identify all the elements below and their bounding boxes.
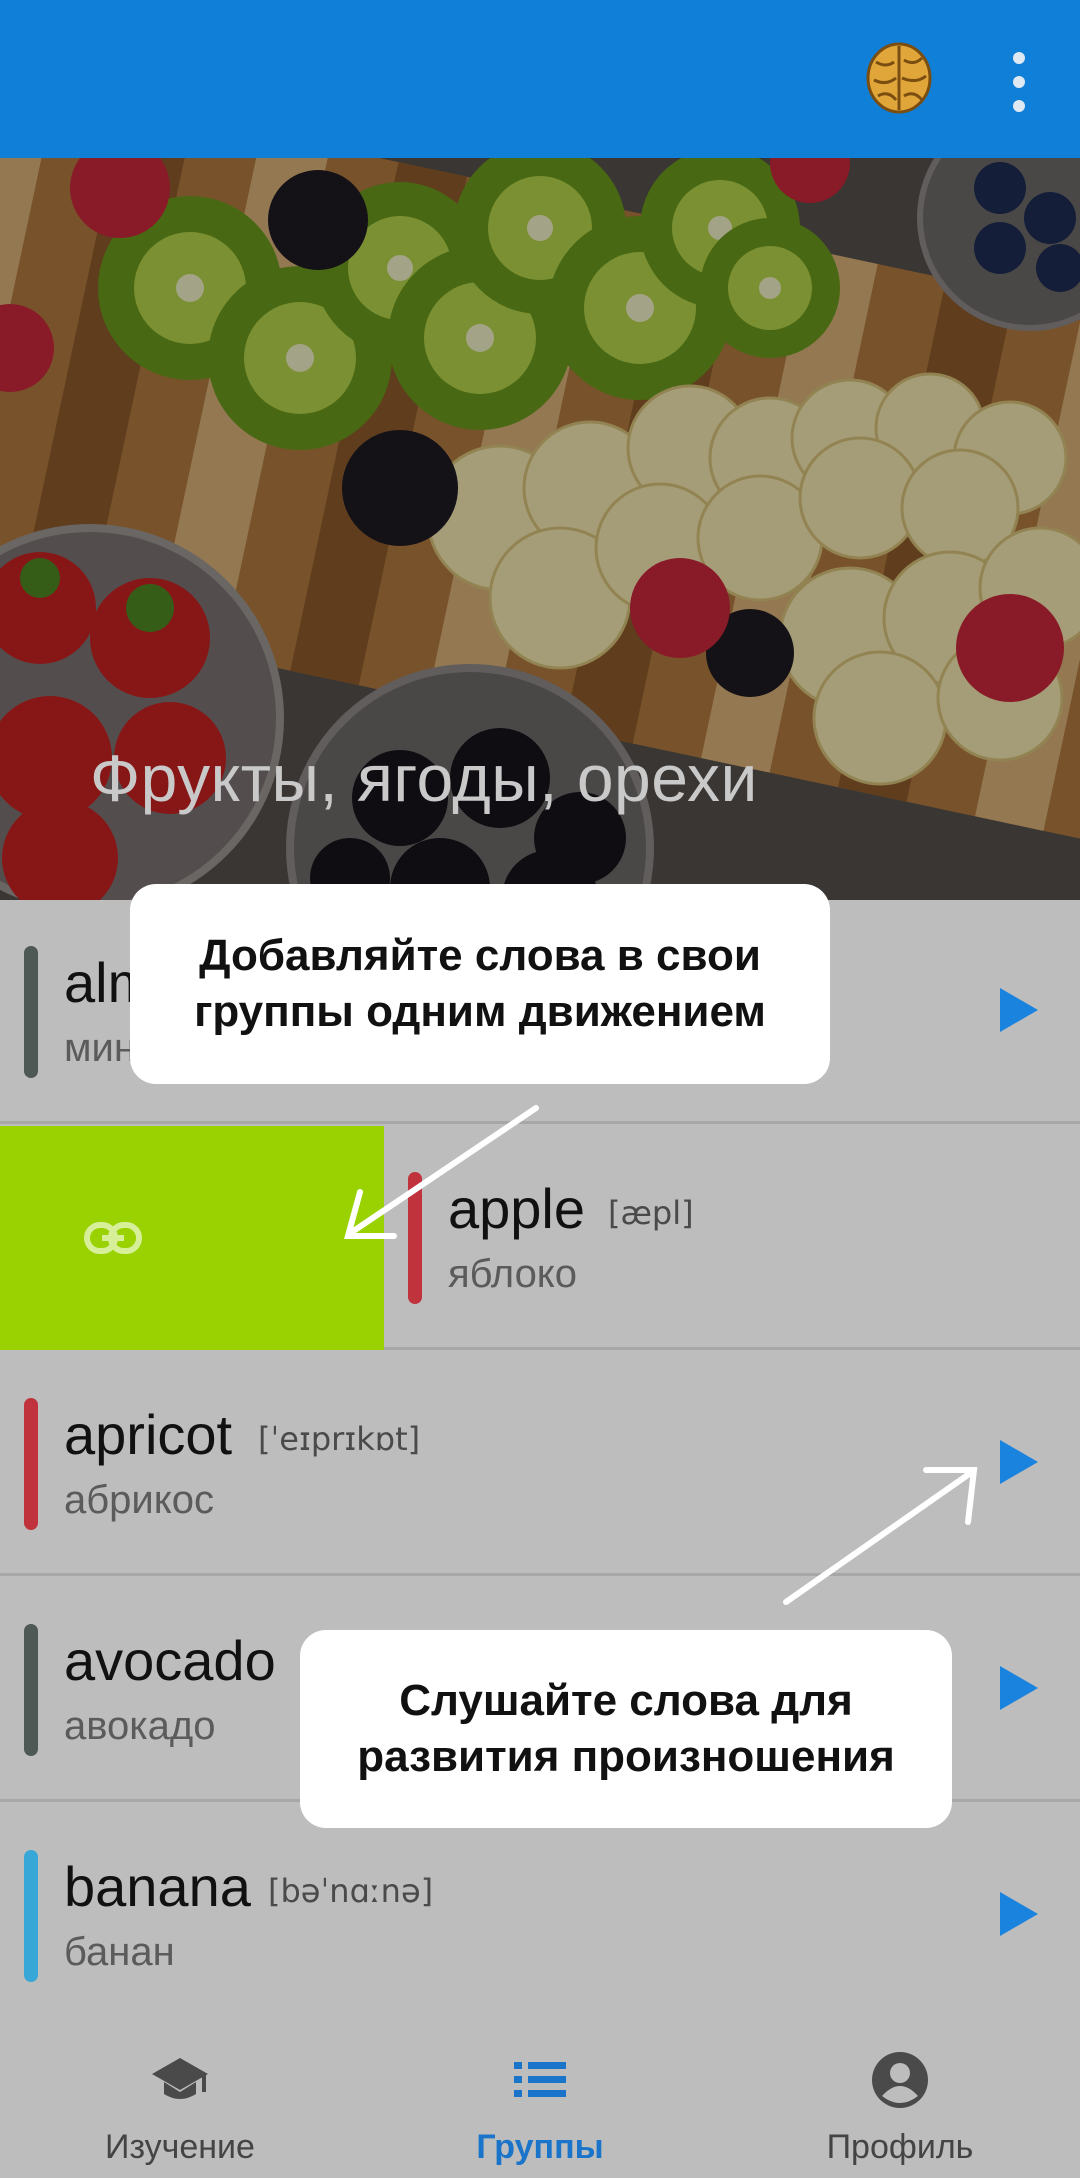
list-icon: [514, 2062, 566, 2097]
color-indicator: [408, 1172, 422, 1304]
group-title: Фрукты, ягоды, орехи: [90, 741, 758, 815]
word-translation: авокадо: [64, 1704, 216, 1748]
tooltip-line: развития произношения: [357, 1732, 895, 1781]
more-options-button[interactable]: [1005, 52, 1033, 112]
word-row[interactable]: apricot [ˈeɪprɪkɒt] абрикос: [0, 1352, 1080, 1576]
more-dot: [1013, 76, 1025, 88]
nav-study[interactable]: Изучение: [0, 2010, 360, 2178]
nav-label: Группы: [476, 2128, 604, 2166]
nav-label: Профиль: [826, 2128, 974, 2166]
word-text: banana: [64, 1855, 251, 1918]
play-icon[interactable]: [1000, 988, 1038, 1032]
tooltip-listen-words: Слушайте слова для развития произношения: [300, 1630, 952, 1828]
word-translation: мин: [64, 1026, 136, 1070]
add-to-group-action[interactable]: [0, 1126, 384, 1350]
account-circle-icon: [872, 2052, 928, 2108]
word-translation: яблоко: [448, 1252, 578, 1296]
word-translation: банан: [64, 1930, 175, 1974]
word-text: avocado: [64, 1629, 276, 1692]
app-bar: [0, 0, 1080, 158]
color-indicator: [24, 1398, 38, 1530]
more-dot: [1013, 52, 1025, 64]
tooltip-line: Добавляйте слова в свои: [199, 931, 761, 980]
tooltip-line: Слушайте слова для: [399, 1676, 853, 1725]
play-icon[interactable]: [1000, 1666, 1038, 1710]
word-text: apricot: [64, 1403, 233, 1466]
nav-label: Изучение: [105, 2128, 255, 2166]
brain-icon[interactable]: [866, 42, 932, 114]
word-ipa: [bəˈnɑːnə]: [268, 1872, 434, 1910]
color-indicator: [24, 946, 38, 1078]
more-dot: [1013, 100, 1025, 112]
color-indicator: [24, 1624, 38, 1756]
swiped-word-content: apple [æpl] яблоко: [386, 1126, 1080, 1350]
tooltip-add-words: Добавляйте слова в свои группы одним дви…: [130, 884, 830, 1084]
tooltip-line: группы одним движением: [194, 987, 766, 1036]
word-row-swiped[interactable]: apple [æpl] яблоко: [0, 1126, 1080, 1350]
nav-profile[interactable]: Профиль: [720, 2010, 1080, 2178]
word-ipa: [ˈeɪprɪkɒt]: [258, 1420, 421, 1458]
word-row[interactable]: banana [bəˈnɑːnə] банан: [0, 1804, 1080, 2028]
group-cover-image: Фрукты, ягоды, орехи: [0, 158, 1080, 900]
word-ipa: [æpl]: [608, 1194, 694, 1232]
link-icon: [84, 1222, 142, 1254]
play-icon[interactable]: [1000, 1440, 1038, 1484]
color-indicator: [24, 1850, 38, 1982]
nav-groups[interactable]: Группы: [360, 2010, 720, 2178]
word-text: apple: [448, 1177, 586, 1240]
graduation-cap-icon: [152, 2058, 208, 2099]
word-translation: абрикос: [64, 1478, 214, 1522]
bottom-navigation: Изучение Группы Профиль: [0, 2010, 1080, 2178]
play-icon[interactable]: [1000, 1892, 1038, 1936]
